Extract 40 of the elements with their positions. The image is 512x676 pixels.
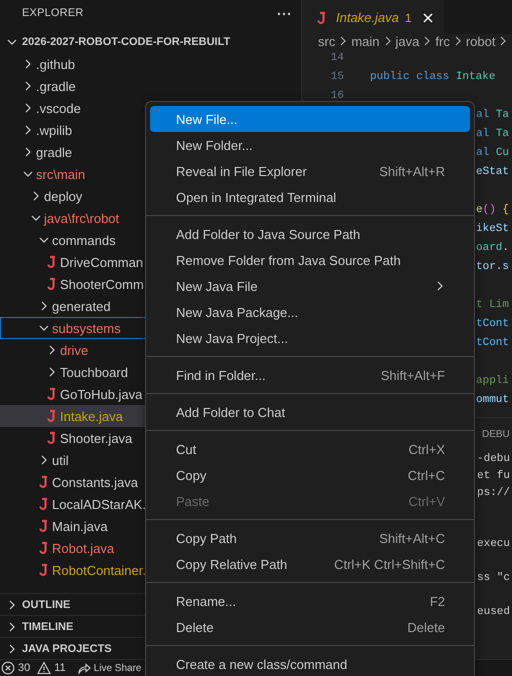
code-line: appli — [476, 374, 510, 386]
shortcut-text: Shift+Alt+R — [379, 164, 445, 178]
terminal-line: execu — [477, 538, 510, 550]
shortcut-text: Shift+Alt+F — [380, 368, 445, 382]
section-title: TIMELINE — [22, 620, 74, 633]
code-line: eStat — [476, 166, 510, 178]
terminal-line: -debu — [477, 453, 510, 465]
code-line: tCont — [476, 318, 510, 330]
line-number: 14 — [330, 52, 344, 64]
code-line: al Cu — [476, 146, 510, 158]
problem-count: 1 — [404, 10, 412, 24]
shortcut-text: Shift+Alt+C — [379, 530, 445, 546]
terminal-line: et fu — [477, 470, 510, 482]
shortcut-text: Ctrl+K Ctrl+Shift+C — [334, 556, 445, 572]
shortcut-text: Ctrl+X — [408, 442, 445, 456]
code-line: al Ta — [476, 128, 510, 140]
code-line: ommut — [476, 394, 510, 406]
code-line: oard. — [476, 242, 510, 254]
shortcut-text: Ctrl+V — [408, 494, 445, 508]
terminal-line: ps:// — [477, 487, 510, 499]
code-line: t Lim — [476, 298, 510, 310]
code-line: ikeSt — [476, 222, 510, 234]
sidebar-title: EXPLORER — [22, 7, 84, 19]
warning-count: 11 — [54, 662, 66, 674]
line-number: 16 — [330, 90, 344, 102]
code-line: al Ta — [476, 108, 510, 120]
code-line: tCont — [476, 336, 510, 348]
tab-title: Intake.java — [336, 10, 399, 25]
code-line: e() { — [476, 204, 510, 216]
code-line: tor.s — [476, 260, 510, 272]
terminal-line: ss "c — [477, 572, 510, 584]
shortcut-text: F2 — [430, 594, 445, 608]
section-title: JAVA PROJECTS — [22, 642, 112, 655]
shortcut-text: Ctrl+C — [408, 468, 445, 482]
line-number: 15 — [330, 70, 344, 82]
shortcut-text: Delete — [407, 620, 445, 634]
terminal-line: eused — [477, 606, 510, 618]
error-count: 30 — [18, 662, 30, 674]
code-line: public class Intake — [370, 70, 496, 82]
section-title: OUTLINE — [22, 598, 70, 611]
